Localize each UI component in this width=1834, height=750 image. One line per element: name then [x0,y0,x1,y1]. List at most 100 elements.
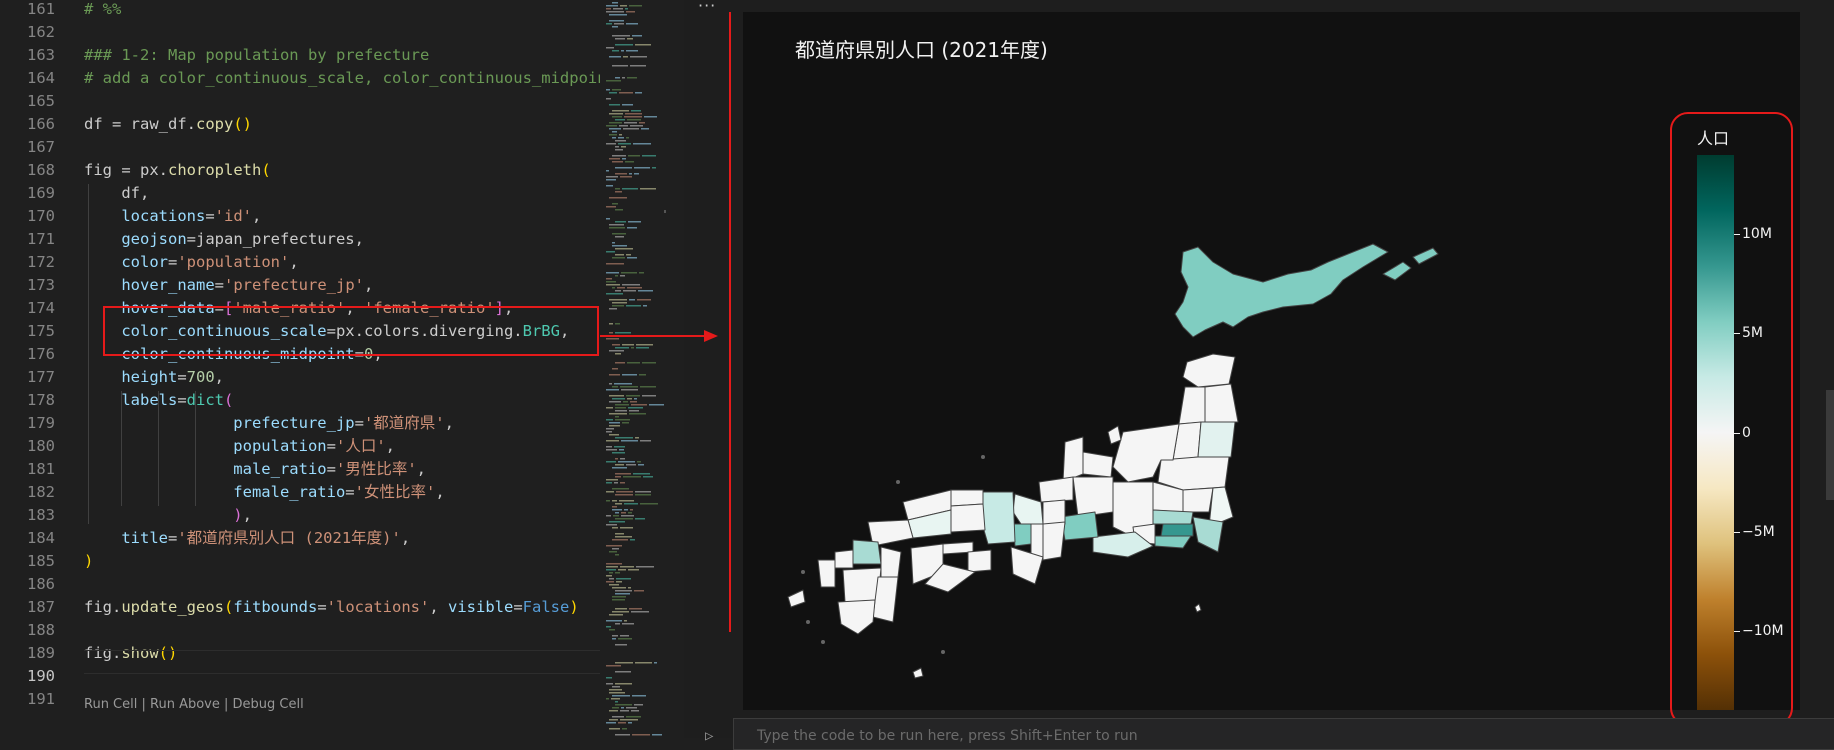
line-number: 187 [27,598,55,616]
output-scrollbar-thumb[interactable] [1826,390,1834,500]
code-token: = [345,483,355,501]
code-line: 172 color='population', [0,251,600,274]
cell-more-actions-icon[interactable]: ··· [698,0,716,15]
minimap-line [615,290,621,292]
minimap-line [622,188,638,190]
minimap-line [618,137,624,139]
minimap-line [606,8,611,10]
code-token: 700 [186,368,215,386]
minimap-line [622,422,629,424]
minimap-line [630,539,635,541]
minimap-line [609,710,618,712]
minimap-line [621,50,624,52]
minimap-line [620,176,632,178]
minimap-line [635,437,639,439]
code-token: update_geos [121,598,224,616]
indent-guide [88,184,89,524]
minimap-line [606,575,612,577]
minimap-line [638,290,653,292]
line-code: male_ratio='男性比率', [84,458,426,481]
line-code: title='都道府県別人口 (2021年度)', [84,527,410,550]
code-line: 165 [0,90,600,113]
line-number: 185 [27,552,55,570]
minimap-line [615,518,633,520]
code-line: 180 population='人口', [0,435,600,458]
code-token: ) [84,506,243,524]
minimap-line [612,161,623,163]
minimap-line [609,14,627,16]
minimap-line [622,728,627,730]
line-number: 180 [27,437,55,455]
minimap-line [606,566,618,568]
minimap-line [623,401,628,403]
minimap-line [620,386,638,388]
minimap-line [609,692,625,694]
minimap-line [652,734,662,736]
minimap-line [630,56,647,58]
minimap-line [621,146,626,148]
minimap-line [615,353,621,355]
minimap[interactable] [600,0,666,738]
panel-divider[interactable] [666,0,684,738]
code-line: 164 # add a color_continuous_scale, color… [0,67,600,90]
minimap-line [612,527,618,529]
code-token: fig = px. [84,161,168,179]
minimap-line [615,662,633,664]
japan-choropleth-map[interactable] [743,12,1800,710]
minimap-line [609,614,623,616]
minimap-line [612,596,626,598]
code-token: = [214,276,224,294]
minimap-line [615,140,626,142]
minimap-line [609,92,617,94]
minimap-line [643,476,653,478]
minimap-line [639,374,646,376]
minimap-line [606,431,612,433]
line-code: # %% [84,0,121,21]
minimap-line [609,551,617,553]
minimap-line [636,566,654,568]
minimap-line [606,272,619,274]
minimap-line [615,191,622,193]
minimap-line [622,158,626,160]
minimap-line [615,593,630,595]
code-line: 184 title='都道府県別人口 (2021年度)', [0,527,600,550]
minimap-line [612,287,615,289]
line-number: 173 [27,276,55,294]
code-token: geojson [84,230,187,248]
map-region-chiba [1192,516,1224,553]
minimap-line [609,521,625,523]
minimap-line [612,488,629,490]
minimap-line [625,113,642,115]
minimap-line [609,629,615,631]
code-token: ( [261,161,271,179]
minimap-line [606,524,617,526]
minimap-line [615,188,620,190]
code-editor[interactable]: 161 # %% 162 163 ### 1-2: Map population by … [0,0,600,738]
minimap-line [620,482,625,484]
minimap-line [616,491,633,493]
run-input-icon[interactable]: ▷ [705,728,713,744]
line-number: 183 [27,506,55,524]
line-number: 165 [27,92,55,110]
map-region-iwate [1204,383,1239,423]
code-token: fig. [84,598,122,616]
minimap-line [606,407,613,409]
minimap-line [615,248,633,250]
minimap-line [627,227,637,229]
line-number: 172 [27,253,55,271]
minimap-line [624,122,637,124]
minimap-line [615,473,631,475]
minimap-line [615,536,632,538]
minimap-line [635,44,651,46]
line-number: 171 [27,230,55,248]
codelens-run-cell[interactable]: Run Cell | Run Above | Debug Cell [84,697,304,712]
minimap-line [615,254,624,256]
code-token: , [435,483,445,501]
minimap-line [606,293,623,295]
minimap-line [606,683,613,685]
code-line: 182 female_ratio='女性比率', [0,481,600,504]
minimap-line [611,698,620,700]
minimap-line [615,623,620,625]
code-token: visible [448,598,514,616]
minimap-line [613,8,623,10]
